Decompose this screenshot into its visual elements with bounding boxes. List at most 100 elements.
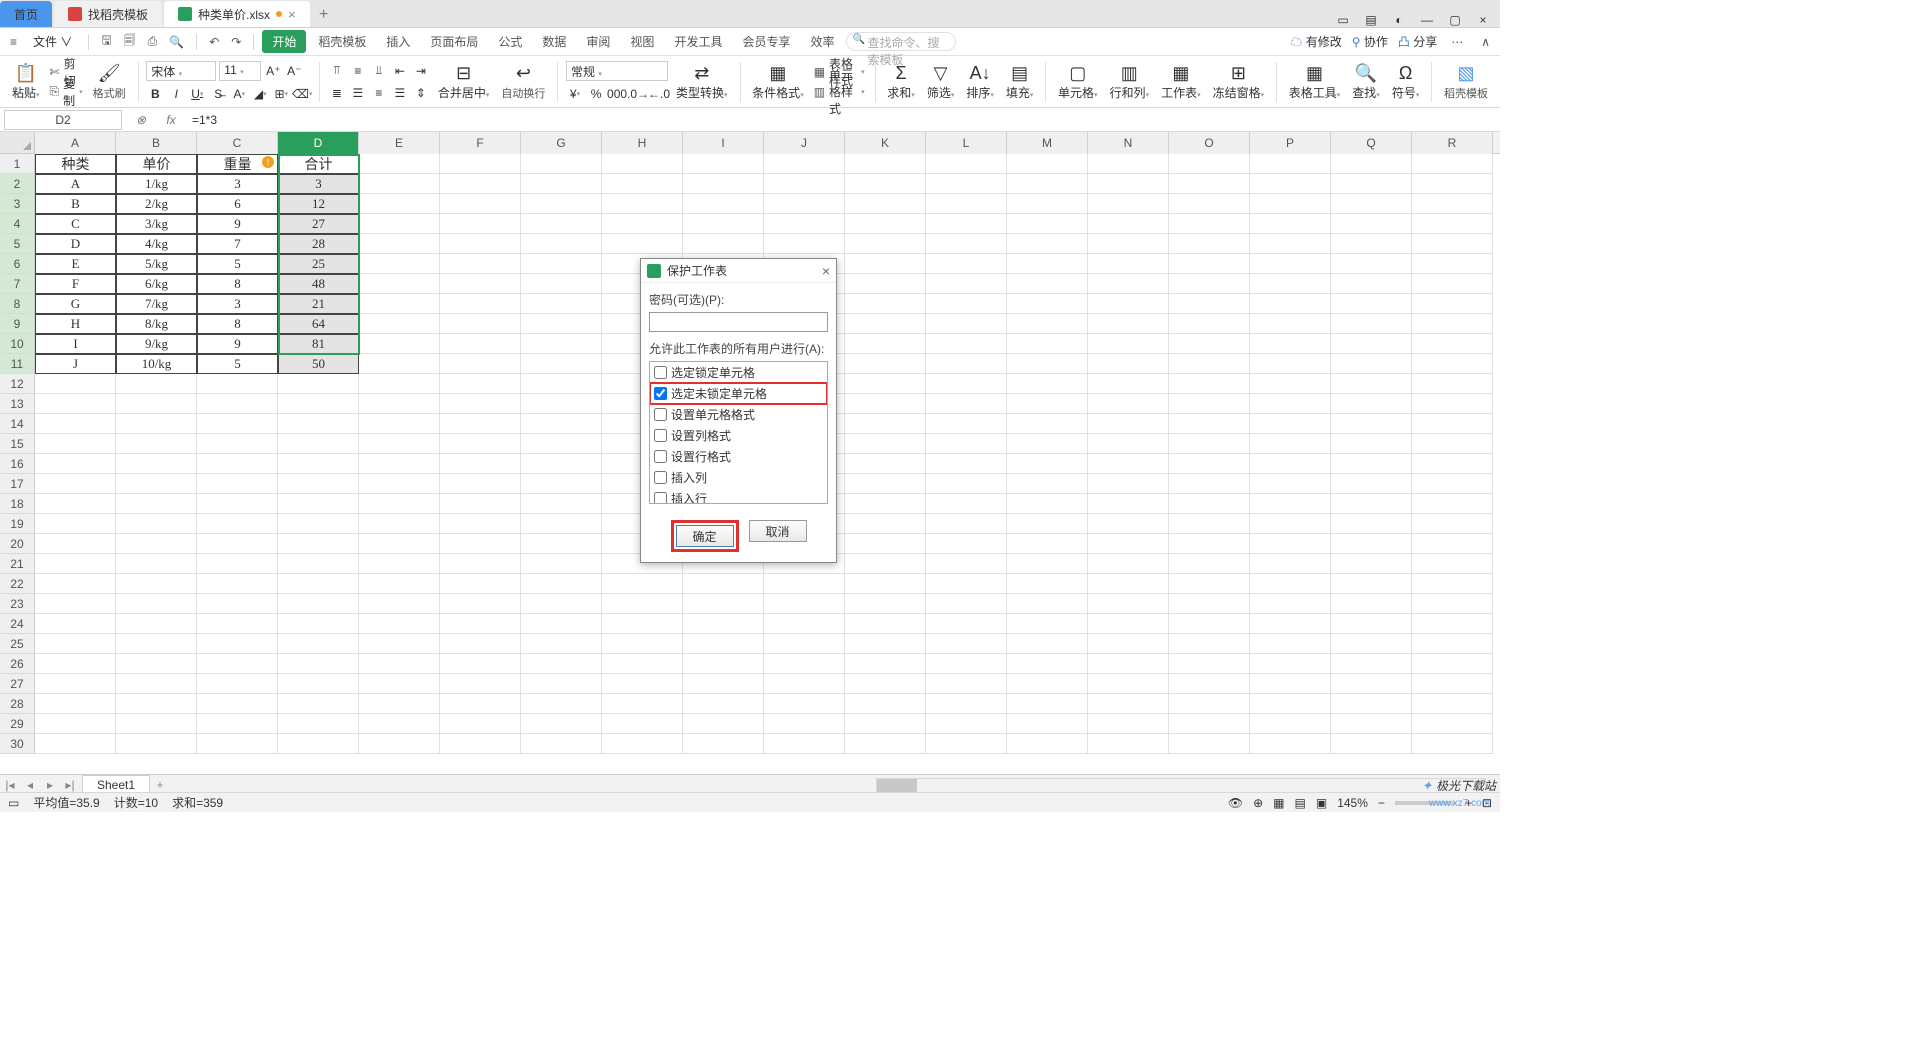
- cell[interactable]: [764, 234, 845, 254]
- paste-button[interactable]: 📋粘贴▾: [8, 58, 44, 106]
- cell[interactable]: [359, 294, 440, 314]
- cell[interactable]: [845, 434, 926, 454]
- cell[interactable]: [197, 734, 278, 754]
- cell[interactable]: 27: [278, 214, 359, 234]
- cell[interactable]: [1331, 354, 1412, 374]
- align-right-icon[interactable]: ≡: [370, 84, 388, 102]
- underline-button[interactable]: U▾: [188, 85, 206, 103]
- cell[interactable]: [521, 714, 602, 734]
- format-painter-button[interactable]: 🖌格式刷: [89, 58, 130, 106]
- cell[interactable]: 种类: [35, 154, 116, 174]
- cell[interactable]: [521, 274, 602, 294]
- add-sheet-icon[interactable]: +: [150, 778, 170, 792]
- cell[interactable]: [926, 574, 1007, 594]
- cell[interactable]: [1331, 734, 1412, 754]
- cell[interactable]: [440, 414, 521, 434]
- cell[interactable]: [845, 154, 926, 174]
- cell[interactable]: [1169, 294, 1250, 314]
- cell[interactable]: [440, 214, 521, 234]
- cell[interactable]: [116, 694, 197, 714]
- cell[interactable]: [764, 734, 845, 754]
- cell[interactable]: [1412, 674, 1493, 694]
- cell[interactable]: [1088, 654, 1169, 674]
- cell[interactable]: [926, 254, 1007, 274]
- find-button[interactable]: 🔍查找▾: [1348, 58, 1384, 106]
- cell[interactable]: [116, 454, 197, 474]
- permission-checkbox[interactable]: [654, 492, 667, 504]
- cell[interactable]: A: [35, 174, 116, 194]
- row-header[interactable]: 20: [0, 534, 35, 554]
- fx-icon[interactable]: fx: [156, 113, 186, 127]
- cell[interactable]: [359, 654, 440, 674]
- cell[interactable]: [926, 494, 1007, 514]
- cell[interactable]: [683, 674, 764, 694]
- row-header[interactable]: 8: [0, 294, 35, 314]
- cell[interactable]: [1331, 474, 1412, 494]
- cell[interactable]: [521, 194, 602, 214]
- cell[interactable]: [1088, 154, 1169, 174]
- cell[interactable]: [197, 394, 278, 414]
- permission-checkbox[interactable]: [654, 471, 667, 484]
- cell[interactable]: [683, 174, 764, 194]
- sheet-nav-first-icon[interactable]: |◂: [0, 778, 20, 792]
- menu-view[interactable]: 视图: [622, 30, 662, 53]
- cell[interactable]: [278, 654, 359, 674]
- cell[interactable]: [359, 434, 440, 454]
- cell[interactable]: [521, 594, 602, 614]
- cell[interactable]: 21: [278, 294, 359, 314]
- cell[interactable]: [1412, 234, 1493, 254]
- cell[interactable]: [1007, 354, 1088, 374]
- cell[interactable]: [359, 194, 440, 214]
- cell[interactable]: [116, 654, 197, 674]
- cell[interactable]: [1250, 714, 1331, 734]
- cell[interactable]: [440, 454, 521, 474]
- cell[interactable]: [1412, 374, 1493, 394]
- cell[interactable]: [683, 194, 764, 214]
- row-header[interactable]: 5: [0, 234, 35, 254]
- view-page-icon[interactable]: ▤: [1295, 796, 1306, 810]
- cell[interactable]: [1412, 594, 1493, 614]
- cell[interactable]: 3: [278, 174, 359, 194]
- cell[interactable]: [1007, 374, 1088, 394]
- cancel-button[interactable]: 取消: [749, 520, 807, 542]
- dec-decimal-icon[interactable]: ←.0: [650, 85, 668, 103]
- row-header[interactable]: 17: [0, 474, 35, 494]
- cell[interactable]: [359, 674, 440, 694]
- cell[interactable]: [35, 594, 116, 614]
- min-icon[interactable]: —: [1418, 13, 1436, 27]
- niushell-tpl-button[interactable]: ▧稻壳模板: [1440, 58, 1492, 106]
- cell[interactable]: [440, 254, 521, 274]
- col-header[interactable]: B: [116, 132, 197, 154]
- cell[interactable]: 6/kg: [116, 274, 197, 294]
- cell[interactable]: [440, 194, 521, 214]
- cell[interactable]: [845, 274, 926, 294]
- align-top-icon[interactable]: ⫪: [328, 62, 346, 80]
- cell[interactable]: [683, 234, 764, 254]
- cell[interactable]: [1007, 334, 1088, 354]
- orientation-icon[interactable]: ⇕: [412, 84, 430, 102]
- cell[interactable]: 50: [278, 354, 359, 374]
- cell[interactable]: [926, 394, 1007, 414]
- cell[interactable]: [278, 554, 359, 574]
- tab-home[interactable]: 首页: [0, 1, 52, 27]
- cell[interactable]: [602, 694, 683, 714]
- cell[interactable]: [1331, 714, 1412, 734]
- cell[interactable]: [35, 514, 116, 534]
- cell[interactable]: [1250, 734, 1331, 754]
- cell[interactable]: [359, 254, 440, 274]
- cell-button[interactable]: ▢单元格▾: [1054, 58, 1102, 106]
- row-header[interactable]: 28: [0, 694, 35, 714]
- ok-button[interactable]: 确定: [676, 525, 734, 547]
- cell[interactable]: [35, 614, 116, 634]
- cell[interactable]: [1250, 354, 1331, 374]
- cell[interactable]: [1088, 554, 1169, 574]
- cell[interactable]: [683, 594, 764, 614]
- row-header[interactable]: 15: [0, 434, 35, 454]
- cell[interactable]: [359, 694, 440, 714]
- cell[interactable]: [602, 614, 683, 634]
- cell[interactable]: [1331, 274, 1412, 294]
- cell[interactable]: [1007, 674, 1088, 694]
- cell[interactable]: [116, 714, 197, 734]
- cell[interactable]: [197, 694, 278, 714]
- cell[interactable]: [1169, 634, 1250, 654]
